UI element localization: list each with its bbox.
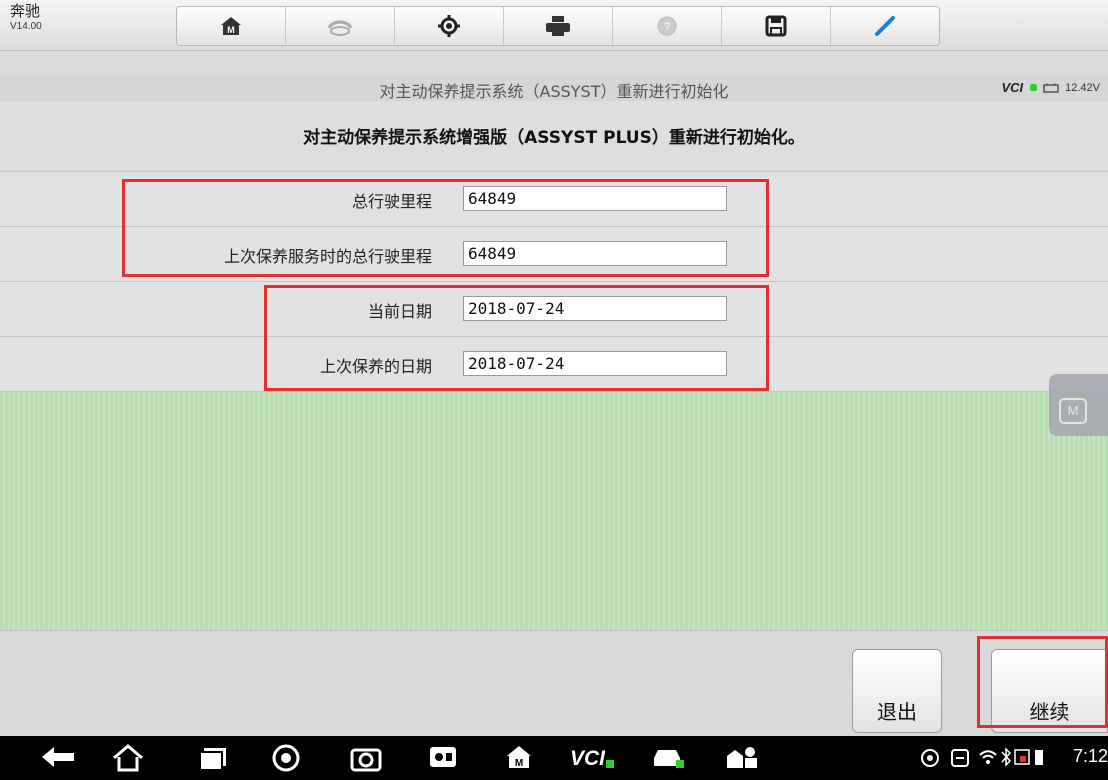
print-button[interactable] [504,7,613,45]
vehicle-link-button[interactable] [286,7,395,45]
app-version: V14.00 [10,21,42,32]
exit-button[interactable]: 退出 [852,649,942,733]
footer: 退出 继续 [0,630,1108,737]
save-icon [765,15,787,37]
home-nav-icon[interactable] [112,744,144,772]
floating-menu-button[interactable]: M [1049,374,1108,436]
camera-icon[interactable] [350,744,382,772]
edit-button[interactable] [831,7,939,45]
settings-button[interactable] [395,7,504,45]
home-icon: M [221,17,241,35]
remote-desk-icon[interactable] [650,744,686,770]
print-icon [546,16,570,36]
wifi-icon [979,750,997,764]
vci-manager-icon[interactable]: VCI [568,744,616,770]
form-heading: 对主动保养提示系统增强版（ASSYST PLUS）重新进行初始化。 [303,128,805,148]
highlight-mileage-group [122,179,769,277]
vci-label: VCI [1001,80,1024,95]
help-button[interactable]: ? [613,7,722,45]
vci-connected-icon [1030,84,1038,91]
signal-icon [1014,749,1030,765]
vci-status: VCI 12.42V [1001,80,1100,95]
screen-record-icon[interactable] [428,744,458,770]
edit-icon [875,16,895,36]
highlight-continue [977,636,1108,728]
car-link-icon [327,20,353,36]
heading-row: 对主动保养提示系统增强版（ASSYST PLUS）重新进行初始化。 [0,101,1108,172]
brand-name: 奔驰 [10,2,41,20]
page-title: 对主动保养提示系统（ASSYST）重新进行初始化 [379,82,729,101]
save-button[interactable] [722,7,831,45]
shop-manager-icon[interactable] [725,744,761,770]
floating-menu-label: M [1059,398,1087,424]
battery-voltage: 12.42V [1065,81,1100,94]
svg-text:M: M [515,758,523,769]
battery-status-icon [1035,750,1043,765]
svg-text:VCI: VCI [570,747,606,770]
bluetooth-icon [1001,747,1012,767]
top-bar: 奔驰 V14.00 M ? [0,0,1108,51]
svg-text:?: ? [664,21,670,33]
highlight-date-group [264,285,769,391]
toolbar: M ? [176,6,940,46]
svg-text:M: M [227,25,235,35]
home-button[interactable]: M [177,7,286,45]
help-icon: ? [657,16,677,36]
empty-content-area [0,392,1108,630]
system-nav-bar: M VCI 7:12 [0,736,1108,780]
maxisys-home-icon[interactable]: M [505,744,533,770]
location-icon [921,749,939,767]
recent-apps-icon[interactable] [196,744,230,770]
battery-icon [1043,83,1059,93]
remote-icon [951,749,969,767]
brand: 奔驰 V14.00 [10,4,42,32]
system-clock: 7:12 [1072,746,1108,766]
title-bar: 对主动保养提示系统（ASSYST）重新进行初始化 VCI 12.42V [0,75,1108,102]
settings-icon [438,15,460,37]
browser-icon[interactable] [272,744,300,772]
back-icon[interactable] [40,744,76,770]
